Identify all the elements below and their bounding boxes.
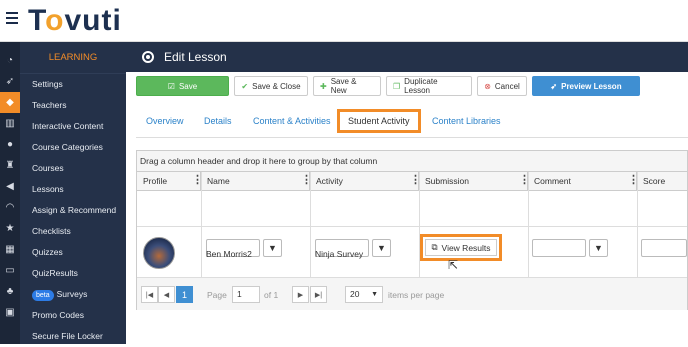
- id-card-icon[interactable]: ▣: [0, 302, 20, 323]
- group-hint: Drag a column header and drop it here to…: [137, 151, 687, 172]
- card-icon[interactable]: ▭: [0, 260, 20, 281]
- sidebar-item-courses[interactable]: Courses: [20, 158, 126, 179]
- filter-icon[interactable]: ▼: [372, 239, 391, 257]
- sidebar-item-surveys[interactable]: beta Surveys: [20, 284, 126, 305]
- save-new-button[interactable]: ✚ Save & New: [313, 76, 381, 96]
- column-header-score[interactable]: Score: [637, 172, 687, 191]
- sidebar-item-settings[interactable]: Settings: [20, 74, 126, 95]
- view-results-button[interactable]: ⧉ View Results: [425, 239, 497, 256]
- column-menu-icon[interactable]: [628, 171, 639, 190]
- next-page-button[interactable]: ▶: [292, 286, 309, 303]
- filter-row: [137, 191, 687, 227]
- page-number-input[interactable]: 1: [232, 286, 260, 303]
- score-filter-input[interactable]: [641, 239, 687, 257]
- sidebar-item-label: Surveys: [56, 289, 88, 299]
- sidebar: LEARNING Settings Teachers Interactive C…: [20, 42, 126, 344]
- sitemap-icon[interactable]: ♣: [0, 281, 20, 302]
- sidebar-item-quizzes[interactable]: Quizzes: [20, 242, 126, 263]
- prev-page-button[interactable]: ◀: [158, 286, 175, 303]
- column-header-submission[interactable]: Submission: [419, 171, 530, 191]
- avatar: [143, 237, 175, 269]
- student-name: Ben Morris2: [206, 249, 252, 259]
- icon-rail: ◔ ➶ ◆ ▥ ● ♜ ◀ ◠ ★ ▦ ▭ ♣ ▣: [0, 42, 20, 344]
- rss-icon[interactable]: ◠: [0, 197, 20, 218]
- page-label: Page: [207, 290, 227, 300]
- page-size-select[interactable]: 20 ▼: [345, 286, 383, 303]
- sidebar-item-course-categories[interactable]: Course Categories: [20, 137, 126, 158]
- save-close-button[interactable]: ✔ Save & Close: [234, 76, 308, 96]
- sidebar-item-assign-recommend[interactable]: Assign & Recommend: [20, 200, 126, 221]
- sidebar-item-lessons[interactable]: Lessons: [20, 179, 126, 200]
- comment-filter-input[interactable]: [532, 239, 586, 257]
- lesson-tabs: Overview Details Content & Activities St…: [136, 108, 688, 138]
- action-toolbar: ☑ Save ✔ Save & Close ✚ Save & New ❐ Duplica…: [136, 76, 640, 96]
- save-icon: ☑: [167, 81, 175, 91]
- plus-icon: ✚: [320, 81, 327, 91]
- star-icon[interactable]: ★: [0, 218, 20, 239]
- student-activity-grid: Drag a column header and drop it here to…: [136, 150, 688, 310]
- page-title-bar: Edit Lesson: [126, 42, 688, 72]
- rocket-icon[interactable]: ➶: [0, 71, 20, 92]
- page-title: Edit Lesson: [164, 50, 227, 64]
- users-icon[interactable]: ●: [0, 134, 20, 155]
- column-menu-icon[interactable]: [192, 171, 203, 190]
- tab-content-libraries[interactable]: Content Libraries: [432, 116, 501, 126]
- sidebar-item-teachers[interactable]: Teachers: [20, 95, 126, 116]
- items-per-page-label: items per page: [388, 290, 445, 300]
- main-content: Edit Lesson ☑ Save ✔ Save & Close ✚ Save & …: [126, 42, 688, 344]
- copy-icon: ❐: [393, 81, 401, 91]
- tab-overview[interactable]: Overview: [146, 116, 184, 126]
- current-page-button[interactable]: 1: [176, 286, 193, 303]
- preview-lesson-button[interactable]: ➶ Preview Lesson: [532, 76, 640, 96]
- graduation-cap-icon[interactable]: ◆: [0, 92, 20, 113]
- chevron-down-icon: ▼: [371, 291, 378, 298]
- column-menu-icon[interactable]: [301, 171, 312, 190]
- mouse-cursor-icon: ⇱: [448, 258, 459, 272]
- column-menu-icon[interactable]: [410, 171, 421, 190]
- column-header-name[interactable]: Name: [201, 171, 312, 191]
- rocket-icon: ➶: [550, 81, 558, 91]
- external-link-icon: ⧉: [431, 242, 438, 252]
- column-menu-icon[interactable]: [519, 171, 530, 190]
- tab-student-activity[interactable]: Student Activity: [337, 109, 421, 133]
- page-count: of 1: [264, 290, 279, 300]
- column-header-profile[interactable]: Profile: [137, 171, 203, 191]
- column-header-comment[interactable]: Comment: [528, 171, 639, 191]
- calendar-icon[interactable]: ▦: [0, 239, 20, 260]
- tab-details[interactable]: Details: [204, 116, 232, 126]
- filter-icon[interactable]: ▼: [263, 239, 282, 257]
- last-page-button[interactable]: ▶|: [310, 286, 327, 303]
- sidebar-item-interactive-content[interactable]: Interactive Content: [20, 116, 126, 137]
- top-header: Tovuti: [0, 0, 688, 42]
- chart-icon[interactable]: ▥: [0, 113, 20, 134]
- check-icon: ✔: [241, 81, 249, 91]
- save-button[interactable]: ☑ Save: [136, 76, 229, 96]
- sidebar-section-title: LEARNING: [20, 42, 126, 74]
- target-icon: [142, 51, 154, 63]
- sidebar-item-quizresults[interactable]: QuizResults: [20, 263, 126, 284]
- filter-icon[interactable]: ▼: [589, 239, 608, 257]
- cancel-button[interactable]: ⊗ Cancel: [477, 76, 527, 96]
- beta-badge: beta: [32, 290, 54, 301]
- tovuti-logo[interactable]: Tovuti: [28, 4, 122, 38]
- dashboard-icon[interactable]: ◔: [0, 50, 20, 71]
- trophy-icon[interactable]: ♜: [0, 155, 20, 176]
- hamburger-menu-icon[interactable]: [6, 12, 18, 24]
- first-page-button[interactable]: |◀: [141, 286, 158, 303]
- activity-name: Ninja Survey: [315, 249, 364, 259]
- duplicate-lesson-button[interactable]: ❐ Duplicate Lesson: [386, 76, 472, 96]
- cancel-icon: ⊗: [484, 81, 491, 91]
- megaphone-icon[interactable]: ◀: [0, 176, 20, 197]
- tab-content-activities[interactable]: Content & Activities: [253, 116, 331, 126]
- sidebar-item-promo-codes[interactable]: Promo Codes: [20, 305, 126, 326]
- view-results-highlight: ⧉ View Results: [420, 234, 502, 261]
- pager: |◀ ◀ 1 Page 1 of 1 ▶ ▶| 20 ▼ items per pa…: [137, 277, 687, 310]
- sidebar-item-checklists[interactable]: Checklists: [20, 221, 126, 242]
- column-header-activity[interactable]: Activity: [310, 171, 421, 191]
